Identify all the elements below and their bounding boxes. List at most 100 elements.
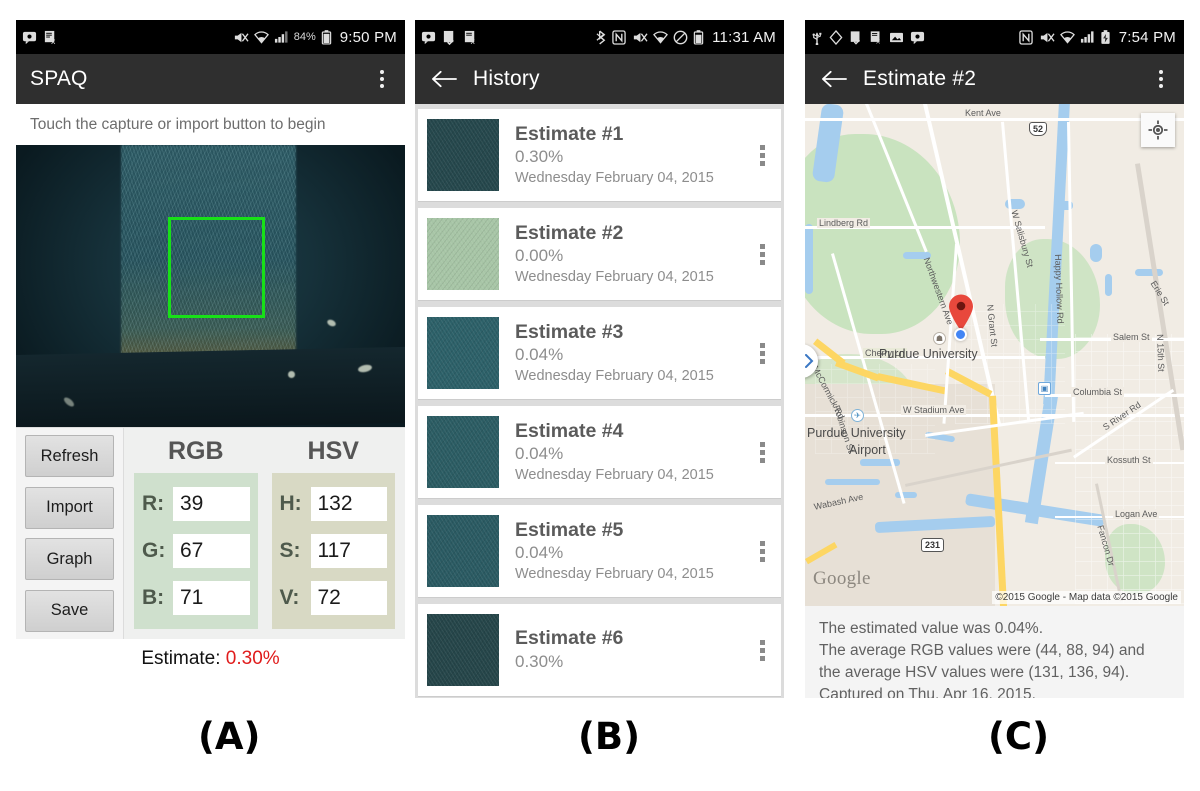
back-arrow-icon[interactable] [429,64,459,94]
overflow-dot [380,84,384,88]
map-label: N 15th St [1155,334,1167,372]
list-item-percent: 0.04% [515,443,564,463]
map-label: Columbia St [1071,387,1125,397]
messaging-icon [421,30,436,45]
list-item-date: Wednesday February 04, 2015 [515,367,714,384]
rgb-label-g: G: [142,538,166,562]
rgb-value-b[interactable]: 71 [173,581,250,616]
current-location-dot [954,328,967,341]
list-item-date: Wednesday February 04, 2015 [515,565,714,582]
map-water [895,492,917,498]
list-item-info: Estimate #5 0.04% Wednesday February 04,… [499,518,749,585]
history-list[interactable]: Estimate #1 0.30% Wednesday February 04,… [415,104,784,698]
location-pin-icon[interactable] [948,294,974,332]
nfc-icon [1019,29,1033,45]
rgb-value-g[interactable]: 67 [173,533,250,568]
list-item[interactable]: Estimate #5 0.04% Wednesday February 04,… [418,505,781,597]
speck [288,370,296,378]
my-location-button[interactable] [1141,113,1175,147]
rgb-column: RGB R: 39 G: 67 B: 71 [134,432,258,629]
action-bar-b: History [415,54,784,104]
map-label: W Stadium Ave [901,405,967,415]
list-item-info: Estimate #3 0.04% Wednesday February 04,… [499,320,749,387]
overflow-dot [380,70,384,74]
list-item[interactable]: Estimate #4 0.04% Wednesday February 04,… [418,406,781,498]
description-line: the average HSV values were (131, 136, 9… [819,664,1130,681]
messaging-icon [910,30,925,45]
hsv-value-s[interactable]: 117 [310,533,387,568]
map-poi-label-airport-line1: Purdue University [807,426,906,440]
map-label: Logan Ave [1113,509,1160,519]
speck [326,318,338,328]
map-water [825,479,880,485]
university-icon: ☗ [933,332,946,345]
list-item-title: Estimate #3 [515,320,624,343]
panel-c-estimate-detail-screen: x 7:54 PM Estimate #2 Kent Ave Lindberg … [805,20,1184,698]
save-button[interactable]: Save [25,589,114,632]
vibrate-mute-icon [232,30,249,45]
document-error-icon: x [463,30,478,45]
hsv-value-h[interactable]: 132 [310,486,387,521]
rgb-label-b: B: [142,586,165,610]
hsv-label-h: H: [279,491,302,515]
vibrate-mute-icon [631,30,648,45]
list-item-overflow-button[interactable] [749,540,775,562]
map-road [805,118,1184,121]
phone-screen-b: x 11:31 AM History Estimate #1 0.30% Wed… [415,20,784,698]
hsv-value-v[interactable]: 72 [310,581,387,616]
list-item-overflow-button[interactable] [749,441,775,463]
readout-area: Refresh Import Graph Save RGB R: 39 G: 6… [16,427,405,639]
overflow-menu-button-c[interactable] [1148,64,1174,94]
status-bar-b: x 11:31 AM [415,20,784,54]
map-label: Kossuth St [1105,455,1153,465]
phone-screen-a: x 84% 9:50 PM SPAQ Touch the capture or … [16,20,405,698]
estimate-thumbnail [427,119,499,191]
import-button[interactable]: Import [25,486,114,529]
list-item-percent: 0.00% [515,245,564,265]
refresh-button[interactable]: Refresh [25,435,114,477]
document-error-icon: x [869,30,883,45]
camera-preview[interactable] [16,145,405,427]
back-arrow-icon[interactable] [819,64,849,94]
list-item-info: Estimate #1 0.30% Wednesday February 04,… [499,122,749,189]
list-item-overflow-button[interactable] [749,639,775,661]
rgb-value-r[interactable]: 39 [173,486,250,521]
usb-icon [811,30,823,45]
map-label: Lindberg Rd [817,218,871,228]
hsv-header: HSV [307,437,359,465]
status-icons-left-a: x [22,30,58,45]
airport-icon: ✈ [851,409,864,422]
status-icons-right-b: 11:31 AM [596,29,776,46]
list-item[interactable]: Estimate #6 0.30% [418,604,781,696]
status-bar-a: x 84% 9:50 PM [16,20,405,54]
map-label: Kent Ave [965,108,1001,118]
list-item-date: Wednesday February 04, 2015 [515,466,714,483]
rgb-label-r: R: [142,491,165,515]
list-item[interactable]: Estimate #2 0.00% Wednesday February 04,… [418,208,781,300]
list-item[interactable]: Estimate #3 0.04% Wednesday February 04,… [418,307,781,399]
overflow-dot [380,77,384,81]
list-item[interactable]: Estimate #1 0.30% Wednesday February 04,… [418,109,781,201]
estimate-thumbnail [427,515,499,587]
list-item-overflow-button[interactable] [749,342,775,364]
highway-shield-231: 231 [921,538,945,552]
region-of-interest-box[interactable] [167,216,265,319]
status-clock-c: 7:54 PM [1118,28,1176,46]
figure-letter-c: (C) [988,715,1049,758]
panel-a-capture-screen: x 84% 9:50 PM SPAQ Touch the capture or … [16,20,405,698]
document-error-icon: x [43,30,58,45]
map-water [805,224,813,294]
messaging-icon [22,30,37,45]
list-item-title: Estimate #4 [515,419,624,442]
list-item-overflow-button[interactable] [749,243,775,265]
list-item-info: Estimate #4 0.04% Wednesday February 04,… [499,419,749,486]
list-item-title: Estimate #2 [515,221,624,244]
overflow-menu-button-a[interactable] [369,64,395,94]
google-map[interactable]: Kent Ave Lindberg Rd Cherry Ln W Stadium… [805,104,1184,606]
rgb-field-b: B: 71 [142,581,250,616]
list-item-overflow-button[interactable] [749,144,775,166]
do-not-disturb-icon [673,30,688,45]
status-icons-right-a: 84% 9:50 PM [232,29,397,46]
gps-icon [829,29,843,45]
graph-button[interactable]: Graph [25,538,114,581]
